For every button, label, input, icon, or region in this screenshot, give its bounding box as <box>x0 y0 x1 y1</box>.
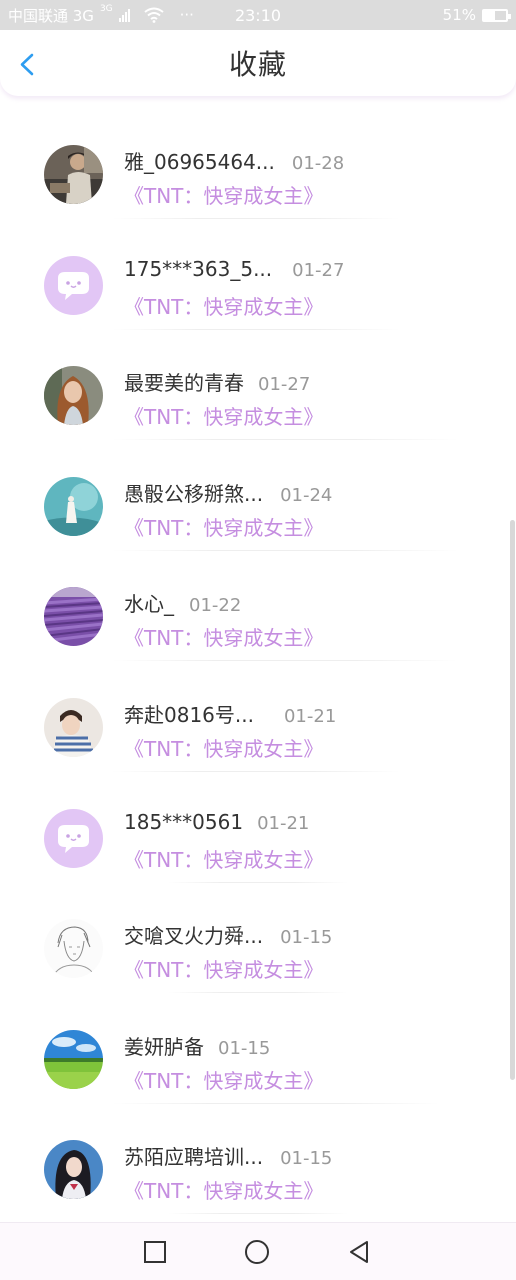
divider <box>168 1213 348 1215</box>
wifi-icon <box>144 7 164 23</box>
favorite-date: 01-28 <box>291 153 345 174</box>
favorite-list-item[interactable]: 最要美的青春 01-27 《TNT：快穿成女主》 <box>0 339 516 450</box>
scrollbar[interactable] <box>510 520 515 1080</box>
book-title[interactable]: 《TNT：快穿成女主》 <box>124 1065 323 1094</box>
favorite-date: 01-15 <box>218 1037 271 1059</box>
favorite-list-item[interactable]: 水心_ 01-22 《TNT：快穿成女主》 <box>0 560 516 671</box>
divider <box>112 218 400 219</box>
book-title[interactable]: 《TNT：快穿成女主》 <box>124 291 323 320</box>
avatar[interactable] <box>44 808 103 868</box>
name-row: 水心_ 01-22 <box>124 588 241 617</box>
user-name[interactable]: 苏陌应聘培训... <box>124 1141 263 1170</box>
triangle-back-icon <box>350 1241 368 1263</box>
favorite-date: 01-24 <box>280 484 333 506</box>
favorite-date: 01-15 <box>280 927 333 949</box>
name-row: 愚骰公移掰煞... 01-24 <box>124 478 332 507</box>
name-row: 175***363_5... 01-27 <box>124 257 344 281</box>
user-name[interactable]: 175***363_5... <box>124 257 272 281</box>
divider <box>112 770 400 772</box>
user-name[interactable]: 雅_06965464... <box>124 146 275 175</box>
favorite-date: 01-27 <box>258 374 311 396</box>
user-name[interactable]: 愚骰公移掰煞... <box>124 478 263 507</box>
divider <box>168 992 348 994</box>
name-row: 最要美的青春 01-27 <box>124 367 310 396</box>
user-name[interactable]: 交嗆叉火力舜... <box>124 920 263 949</box>
book-title[interactable]: 《TNT：快穿成女主》 <box>124 512 323 541</box>
network-type: 3G <box>99 4 113 14</box>
home-button[interactable] <box>244 1239 270 1265</box>
avatar[interactable] <box>44 476 103 536</box>
chevron-left-icon <box>20 53 34 76</box>
favorite-list-item[interactable]: 交嗆叉火力舜... 01-15 《TNT：快穿成女主》 <box>0 892 516 1003</box>
avatar[interactable] <box>44 697 103 757</box>
status-bar: 中国联通 3G 3G ··· 23:10 51% <box>0 0 516 30</box>
favorite-list-item[interactable]: 姜妍胪备 01-15 《TNT：快穿成女主》 <box>0 1003 516 1114</box>
favorite-list-item[interactable]: 奔赴0816号... 01-21 《TNT：快穿成女主》 <box>0 671 516 782</box>
back-button[interactable] <box>12 48 44 80</box>
favorite-date: 01-27 <box>292 259 345 281</box>
user-name[interactable]: 185***0561 <box>124 810 243 834</box>
name-row: 交嗆叉火力舜... 01-15 <box>124 920 332 949</box>
user-name[interactable]: 水心_ <box>124 588 174 617</box>
name-row: 雅_06965464... 01-28 <box>124 146 344 175</box>
more-indicator: ··· <box>179 6 194 24</box>
circle-icon <box>245 1240 269 1264</box>
back-nav-button[interactable] <box>346 1239 372 1265</box>
user-name[interactable]: 奔赴0816号... <box>124 699 254 728</box>
divider <box>112 660 458 662</box>
divider <box>168 881 348 883</box>
book-title[interactable]: 《TNT：快穿成女主》 <box>124 733 323 762</box>
favorites-list: 雅_06965464... 01-28 《TNT：快穿成女主》 175***363_5… <box>0 118 516 1224</box>
avatar[interactable] <box>44 255 103 315</box>
favorite-date: 01-21 <box>283 705 337 727</box>
book-title[interactable]: 《TNT：快穿成女主》 <box>124 1175 323 1204</box>
favorite-list-item[interactable]: 愚骰公移掰煞... 01-24 《TNT：快穿成女主》 <box>0 450 516 561</box>
favorite-list-item[interactable]: 苏陌应聘培训... 01-15 《TNT：快穿成女主》 <box>0 1113 516 1224</box>
book-title[interactable]: 《TNT：快穿成女主》 <box>124 401 323 430</box>
name-row: 苏陌应聘培训... 01-15 <box>124 1141 332 1170</box>
divider <box>112 328 400 330</box>
book-title[interactable]: 《TNT：快穿成女主》 <box>124 622 323 651</box>
name-row: 姜妍胪备 01-15 <box>124 1031 270 1060</box>
user-name[interactable]: 最要美的青春 <box>124 367 244 396</box>
book-title[interactable]: 《TNT：快穿成女主》 <box>124 954 323 983</box>
square-icon <box>144 1241 166 1263</box>
favorite-list-item[interactable]: 185***0561 01-21 《TNT：快穿成女主》 <box>0 782 516 893</box>
favorite-date: 01-15 <box>280 1148 333 1170</box>
battery-percent: 51% <box>442 6 476 24</box>
system-nav-bar <box>0 1222 516 1280</box>
recent-apps-button[interactable] <box>142 1239 168 1265</box>
signal-icon <box>118 8 130 22</box>
carrier-label: 中国联通 3G <box>8 6 94 25</box>
user-name[interactable]: 姜妍胪备 <box>124 1031 204 1060</box>
avatar[interactable] <box>44 366 103 426</box>
divider <box>112 1102 440 1104</box>
book-title[interactable]: 《TNT：快穿成女主》 <box>124 180 323 209</box>
battery-icon <box>482 8 511 22</box>
avatar[interactable] <box>44 587 103 647</box>
favorite-list-item[interactable]: 雅_06965464... 01-28 《TNT：快穿成女主》 <box>0 118 516 229</box>
divider <box>112 549 458 551</box>
name-row: 185***0561 01-21 <box>124 810 309 834</box>
avatar[interactable] <box>44 1140 103 1200</box>
favorite-list-item[interactable]: 175***363_5... 01-27 《TNT：快穿成女主》 <box>0 229 516 340</box>
avatar[interactable] <box>44 145 103 204</box>
book-title[interactable]: 《TNT：快穿成女主》 <box>124 844 323 873</box>
favorite-date: 01-22 <box>189 595 242 617</box>
favorite-date: 01-21 <box>257 812 310 834</box>
avatar[interactable] <box>44 1029 103 1089</box>
name-row: 奔赴0816号... 01-21 <box>124 699 336 728</box>
app-header: 收藏 <box>0 30 516 96</box>
avatar[interactable] <box>44 919 103 979</box>
page-title: 收藏 <box>228 48 287 81</box>
divider <box>112 439 458 441</box>
